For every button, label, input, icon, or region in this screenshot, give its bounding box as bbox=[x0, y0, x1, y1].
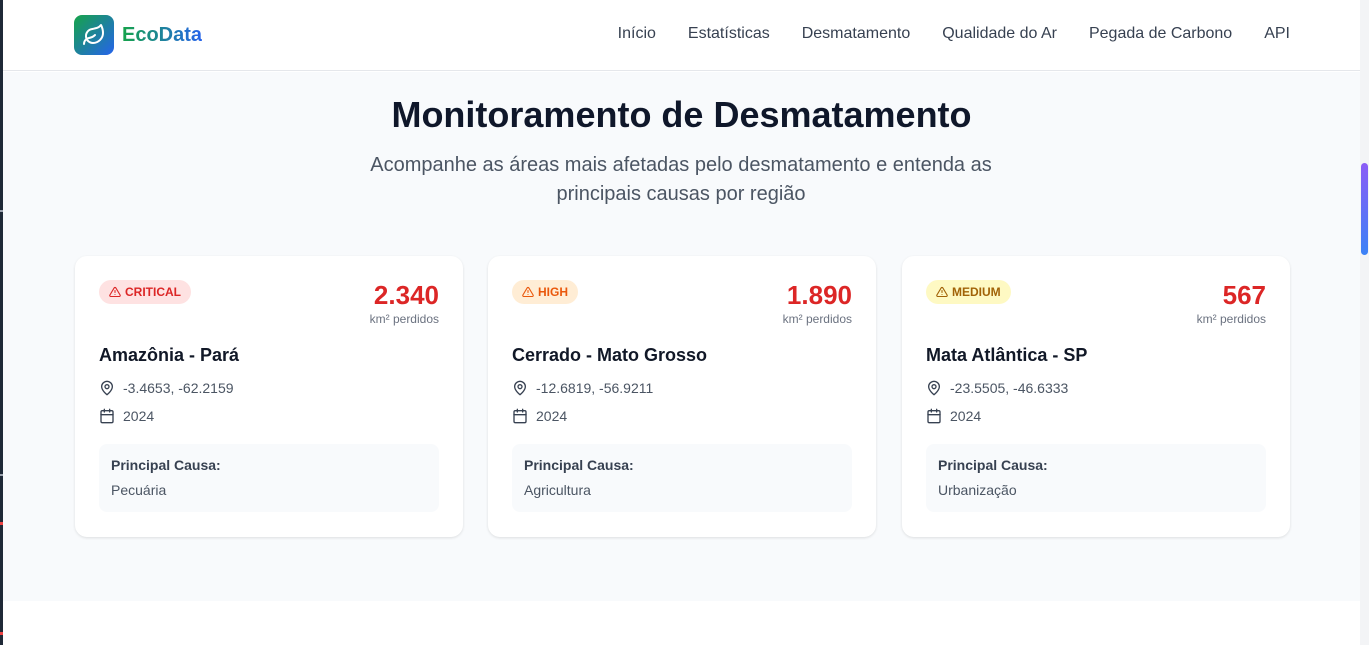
calendar-icon bbox=[513, 408, 527, 424]
page-subtitle: Acompanhe as áreas mais afetadas pelo de… bbox=[370, 154, 992, 205]
cause-value: Pecuária bbox=[111, 482, 167, 498]
page-title: Monitoramento de Desmatamento bbox=[391, 94, 972, 135]
severity-badge: MEDIUM bbox=[926, 280, 1011, 304]
deforestation-card: CRITICAL 2.340 km² perdidos Amazônia - P… bbox=[75, 256, 463, 537]
calendar-icon bbox=[927, 408, 941, 424]
main-cause-box: Principal Causa: Urbanização bbox=[926, 444, 1266, 512]
brand[interactable]: EcoData bbox=[74, 15, 202, 55]
area-lost-value: 567 bbox=[1222, 280, 1266, 310]
main-nav: Início Estatísticas Desmatamento Qualida… bbox=[618, 24, 1290, 44]
warning-triangle-icon bbox=[109, 286, 121, 298]
severity-badge: HIGH bbox=[512, 280, 578, 304]
next-section bbox=[3, 601, 1360, 645]
year-row: 2024 bbox=[99, 408, 154, 424]
area-lost-value: 2.340 bbox=[373, 280, 439, 310]
severity-badge: CRITICAL bbox=[99, 280, 191, 304]
brand-name: EcoData bbox=[122, 23, 203, 46]
region-name: Mata Atlântica - SP bbox=[926, 345, 1088, 365]
warning-triangle-icon bbox=[936, 286, 948, 298]
page-scrollbar[interactable] bbox=[1360, 0, 1369, 645]
area-lost-value: 1.890 bbox=[786, 280, 852, 310]
leaf-logo-icon bbox=[74, 15, 114, 55]
year-text: 2024 bbox=[536, 408, 568, 424]
region-name: Amazônia - Pará bbox=[99, 345, 240, 365]
cause-label: Principal Causa: bbox=[524, 457, 634, 473]
area-metric: 567 km² perdidos bbox=[1197, 280, 1266, 326]
severity-label: MEDIUM bbox=[952, 285, 1001, 299]
nav-item-desmatamento[interactable]: Desmatamento bbox=[802, 24, 911, 44]
area-lost-unit: km² perdidos bbox=[369, 312, 439, 326]
nav-item-qualidade-do-ar[interactable]: Qualidade do Ar bbox=[942, 24, 1057, 44]
main-cause-box: Principal Causa: Agricultura bbox=[512, 444, 852, 512]
area-metric: 1.890 km² perdidos bbox=[783, 280, 852, 326]
nav-item-api[interactable]: API bbox=[1264, 24, 1290, 44]
map-pin-icon bbox=[514, 380, 526, 396]
nav-item-pegada-de-carbono[interactable]: Pegada de Carbono bbox=[1089, 24, 1232, 44]
main-cause-box: Principal Causa: Pecuária bbox=[99, 444, 439, 512]
cause-label: Principal Causa: bbox=[111, 457, 221, 473]
severity-label: CRITICAL bbox=[125, 285, 181, 299]
deforestation-card: HIGH 1.890 km² perdidos Cerrado - Mato G… bbox=[488, 256, 876, 537]
severity-label: HIGH bbox=[538, 285, 568, 299]
coordinates-text: -12.6819, -56.9211 bbox=[536, 380, 654, 396]
cause-value: Urbanização bbox=[938, 482, 1017, 498]
deforestation-section: Monitoramento de Desmatamento Acompanhe … bbox=[3, 72, 1360, 601]
coordinates-row: -12.6819, -56.9211 bbox=[512, 380, 653, 396]
cause-label: Principal Causa: bbox=[938, 457, 1048, 473]
cause-value: Agricultura bbox=[524, 482, 591, 498]
area-lost-unit: km² perdidos bbox=[1196, 312, 1266, 326]
map-pin-icon bbox=[101, 380, 113, 396]
year-row: 2024 bbox=[926, 408, 981, 424]
calendar-icon bbox=[100, 408, 114, 424]
coordinates-text: -3.4653, -62.2159 bbox=[123, 380, 234, 396]
map-pin-icon bbox=[928, 380, 940, 396]
deforestation-card: MEDIUM 567 km² perdidos Mata Atlântica -… bbox=[902, 256, 1290, 537]
year-text: 2024 bbox=[123, 408, 155, 424]
coordinates-text: -23.5505, -46.6333 bbox=[950, 380, 1069, 396]
nav-item-inicio[interactable]: Início bbox=[618, 24, 656, 44]
coordinates-row: -23.5505, -46.6333 bbox=[926, 380, 1068, 396]
year-text: 2024 bbox=[950, 408, 982, 424]
region-name: Cerrado - Mato Grosso bbox=[512, 345, 708, 365]
warning-triangle-icon bbox=[522, 286, 534, 298]
top-navbar: EcoData Início Estatísticas Desmatamento… bbox=[3, 0, 1360, 71]
scrollbar-thumb[interactable] bbox=[1361, 163, 1368, 255]
year-row: 2024 bbox=[512, 408, 567, 424]
coordinates-row: -3.4653, -62.2159 bbox=[99, 380, 234, 396]
nav-item-estatisticas[interactable]: Estatísticas bbox=[688, 24, 770, 44]
area-metric: 2.340 km² perdidos bbox=[370, 280, 439, 326]
area-lost-unit: km² perdidos bbox=[782, 312, 852, 326]
